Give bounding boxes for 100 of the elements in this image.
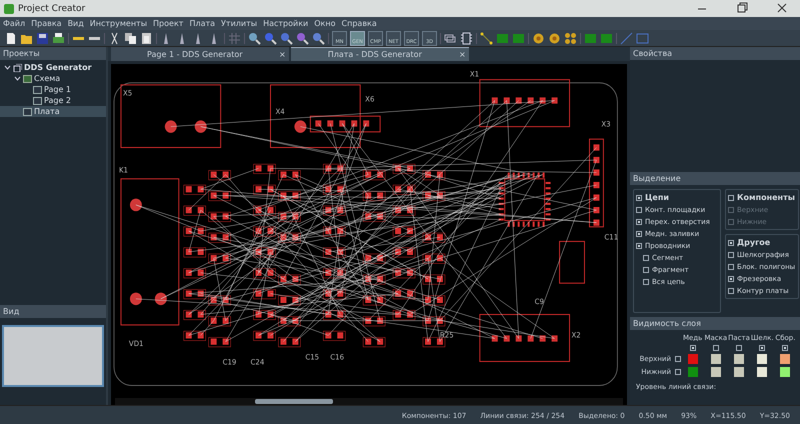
resistor-footprint (392, 268, 415, 278)
paste-icon[interactable] (140, 32, 153, 44)
layer-color-swatch[interactable] (688, 367, 698, 377)
layer-color-swatch[interactable] (734, 367, 744, 377)
checkbox[interactable] (728, 252, 734, 258)
layer-color-swatch[interactable] (688, 354, 698, 364)
expand-icon[interactable] (14, 75, 21, 82)
zoom-icon[interactable] (296, 32, 309, 44)
checkbox[interactable] (759, 345, 766, 351)
menu-item[interactable]: Проект (153, 19, 184, 28)
close-tab-button[interactable]: × (458, 50, 466, 59)
menu-item[interactable]: Окно (314, 19, 336, 28)
resistor-footprint (252, 247, 276, 258)
zoom-icon[interactable] (312, 32, 325, 44)
menu-item[interactable]: Плата (189, 19, 216, 28)
designator-label: VD1 (128, 338, 144, 348)
expand-icon[interactable] (4, 64, 11, 71)
resistor-footprint (422, 295, 445, 306)
printer-icon[interactable] (52, 32, 65, 44)
zoom-icon[interactable] (264, 32, 277, 44)
zoom-icon[interactable] (280, 32, 293, 44)
pads-icon[interactable] (564, 32, 577, 44)
layer-color-swatch[interactable] (710, 367, 721, 377)
resistor-footprint (392, 247, 415, 258)
resistor-footprint (183, 206, 206, 216)
checkbox[interactable] (636, 231, 642, 237)
resistor-footprint (322, 268, 346, 278)
resistor-footprint (362, 337, 386, 348)
resistor-footprint (183, 226, 206, 237)
resistor-footprint (252, 310, 276, 320)
layers-icon[interactable] (444, 32, 457, 44)
resistor-footprint (208, 170, 231, 180)
checkbox[interactable] (728, 194, 734, 200)
chip-icon[interactable] (460, 32, 473, 44)
file-icon[interactable] (4, 32, 17, 44)
designator-label: K1 (118, 165, 128, 175)
document-tab[interactable]: Page 1 - DDS Generator × (110, 47, 289, 61)
group-label: Компоненты (737, 193, 795, 202)
header-footprint (310, 116, 380, 132)
resistor-footprint (278, 274, 300, 285)
resistor-footprint (392, 184, 415, 195)
menu-item[interactable]: Справка (342, 19, 377, 28)
save-icon[interactable] (36, 32, 49, 44)
checkbox[interactable] (712, 345, 719, 351)
via-icon[interactable] (532, 32, 545, 44)
via-icon[interactable] (548, 32, 561, 44)
tree-item[interactable]: DDS Generator (24, 63, 92, 72)
close-tab-button[interactable]: × (278, 50, 286, 58)
checkbox[interactable] (636, 243, 642, 249)
tree-item[interactable]: Схема (34, 74, 60, 83)
menu-item[interactable]: Правка (31, 19, 62, 28)
resistor-footprint (322, 330, 346, 341)
resistor-footprint (278, 316, 300, 326)
layer-color-swatch[interactable] (757, 367, 768, 377)
checkbox[interactable] (643, 255, 649, 261)
menu-item[interactable]: Файл (3, 19, 26, 28)
designator-label: X4 (275, 106, 284, 116)
copy-icon[interactable] (124, 32, 137, 44)
checkbox[interactable] (643, 267, 649, 273)
checkbox[interactable] (690, 345, 696, 351)
checkbox[interactable] (728, 264, 734, 270)
checkbox[interactable] (636, 219, 642, 225)
menu-item[interactable]: Инструменты (90, 19, 148, 28)
menu-item[interactable]: Утилиты (221, 19, 258, 28)
layer-color-swatch[interactable] (734, 354, 744, 364)
checkbox[interactable] (675, 356, 681, 362)
checkbox[interactable] (728, 288, 734, 294)
resistor-footprint (422, 191, 445, 202)
checkbox[interactable] (675, 369, 681, 375)
resistor-footprint (278, 337, 300, 348)
horizontal-scrollbar[interactable] (114, 398, 623, 405)
layer-color-swatch[interactable] (757, 354, 768, 364)
checkbox[interactable] (636, 207, 642, 213)
resistor-footprint (208, 337, 231, 348)
panel-header: Вид (0, 305, 106, 318)
tree-item[interactable]: Page 2 (44, 96, 71, 105)
checkbox[interactable] (728, 276, 734, 282)
menu-item[interactable]: Настройки (263, 19, 308, 28)
layer-color-swatch[interactable] (780, 367, 790, 377)
checkbox[interactable] (636, 194, 642, 200)
layer-color-swatch[interactable] (780, 354, 790, 364)
checkbox[interactable] (728, 240, 734, 246)
layer-color-swatch[interactable] (710, 354, 721, 364)
resistor-footprint (322, 206, 346, 216)
designator-label: C16 (330, 352, 344, 362)
route-icon[interactable] (480, 32, 493, 44)
resistor-footprint (422, 170, 445, 180)
resistor-footprint (252, 184, 276, 195)
zoom-icon[interactable] (248, 32, 261, 44)
menu-item[interactable]: Вид (68, 19, 84, 28)
checkbox[interactable] (643, 279, 649, 285)
tree-item[interactable]: Page 1 (44, 85, 71, 94)
resistor-footprint (278, 170, 300, 180)
resistor-footprint (422, 316, 445, 326)
resistor-footprint (208, 191, 231, 202)
project-icon (13, 64, 22, 72)
resistor-footprint (252, 330, 276, 341)
checkbox[interactable] (736, 345, 742, 351)
checkbox[interactable] (782, 345, 788, 351)
document-tab[interactable]: Плата - DDS Generator × (290, 47, 469, 61)
